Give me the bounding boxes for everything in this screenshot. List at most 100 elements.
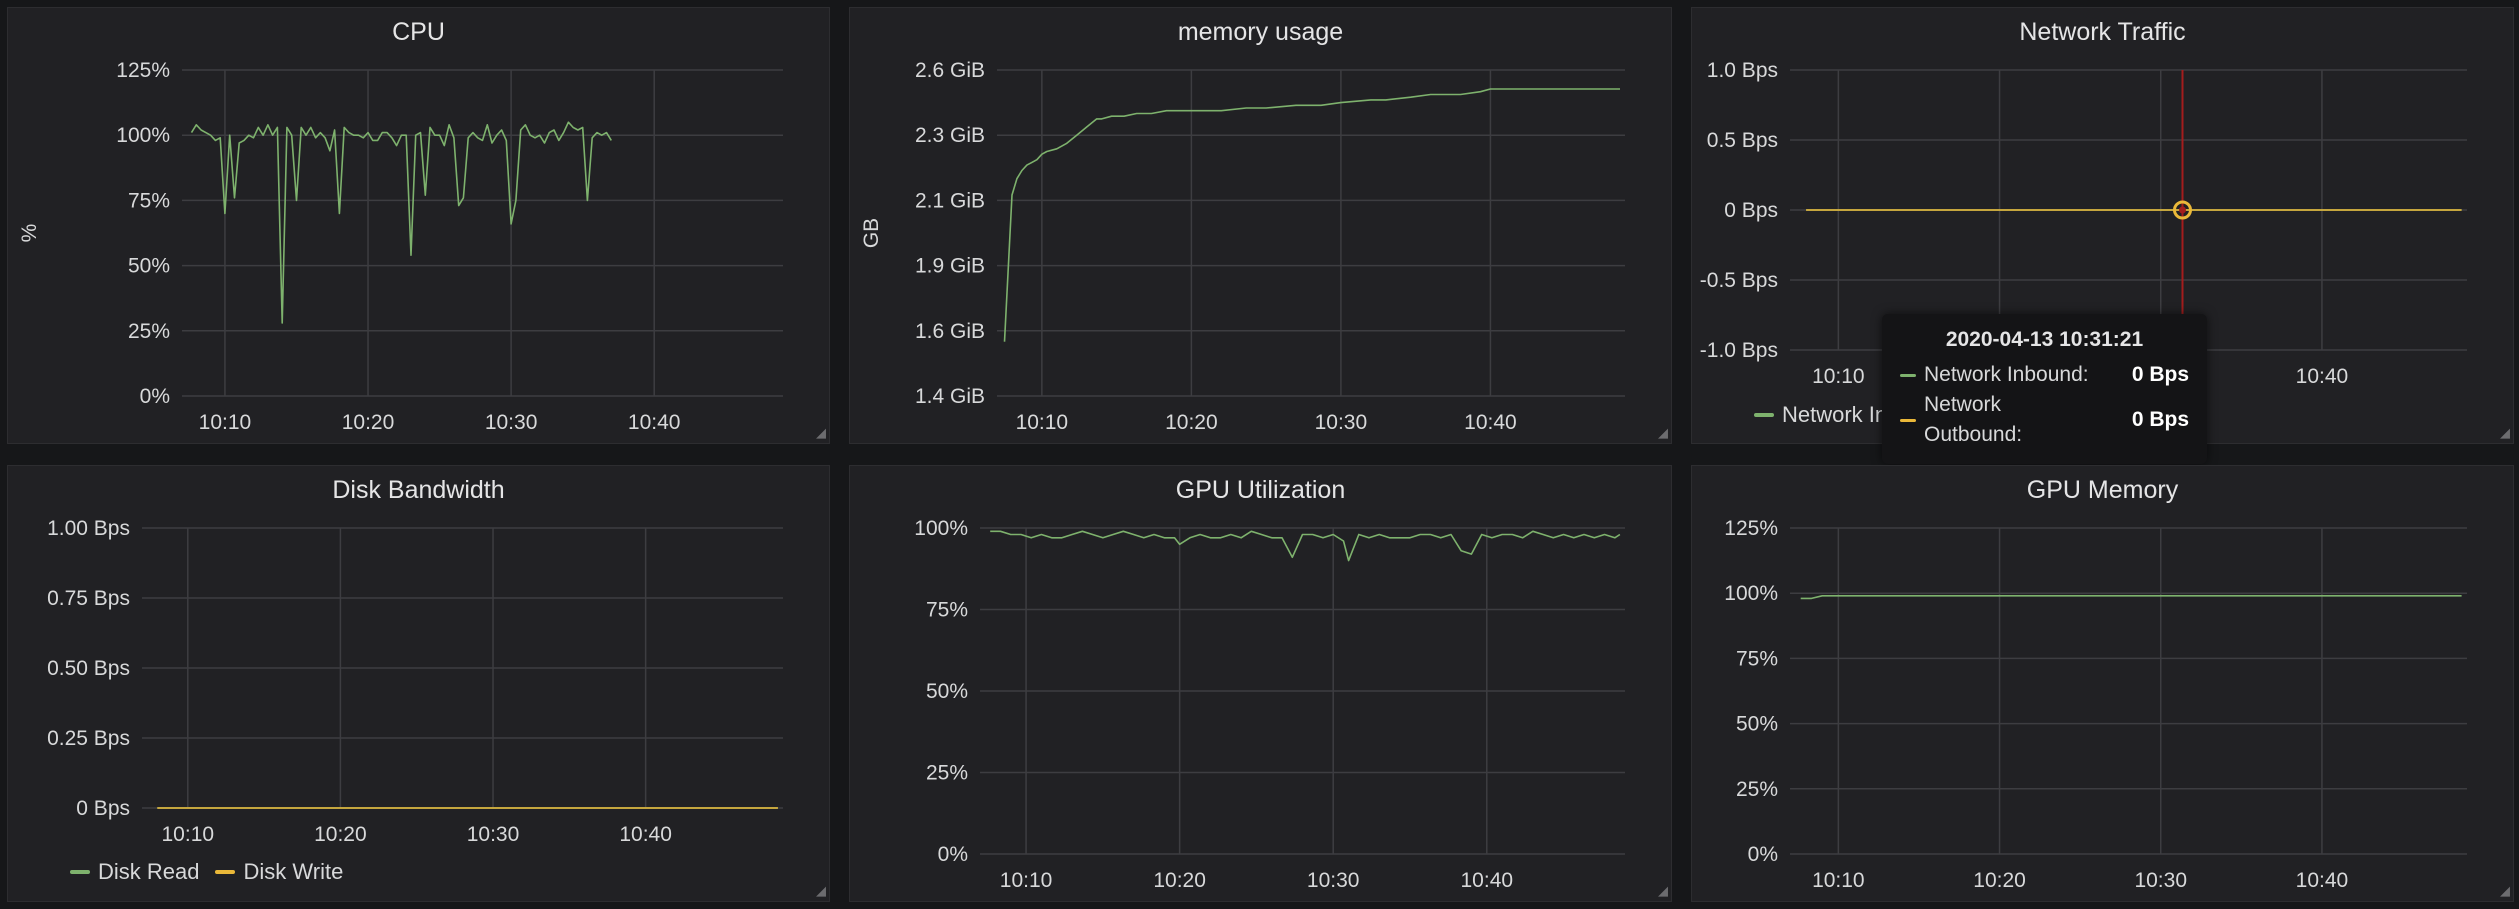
gpu-memory-chart: 0% 25% 50% 75% 100% 125% 10:10 10:20 10:30 10:40: [1724, 517, 2467, 892]
tooltip-time: 2020-04-13 10:31:21: [1945, 328, 2144, 351]
y-tick-label: 25%: [1736, 778, 1778, 801]
legend-swatch-icon: [1754, 413, 1774, 417]
x-tick-label: 10:10: [1812, 869, 1865, 892]
tooltip-series-name: Network Inbound:: [1924, 363, 2089, 386]
y-tick-label: 2.3 GiB: [915, 124, 985, 147]
y-tick-label: 75%: [926, 599, 968, 622]
x-tick-label: 10:30: [1315, 411, 1368, 434]
x-tick-label: 10:30: [1307, 869, 1360, 892]
hover-tooltip: 2020-04-13 10:31:21 Network Inbound: 0 B…: [1882, 314, 2207, 464]
legend-item-network-inbound[interactable]: Network In: [1754, 402, 1887, 428]
y-tick-label: 50%: [128, 255, 170, 278]
tooltip-row-inbound: Network Inbound: 0 Bps: [1900, 360, 2189, 390]
panel-gpu-utilization[interactable]: GPU Utilization 0% 25% 50% 75% 100% 10:10 10:2…: [849, 465, 1672, 902]
resize-handle-icon[interactable]: ◢: [812, 884, 826, 898]
legend-swatch-icon: [1900, 418, 1916, 422]
resize-handle-icon[interactable]: ◢: [812, 426, 826, 440]
y-tick-label: 0 Bps: [76, 797, 130, 820]
y-tick-label: 1.0 Bps: [1707, 59, 1778, 82]
series-line-0: [1003, 88, 1620, 342]
resize-handle-icon[interactable]: ◢: [1654, 884, 1668, 898]
x-tick-label: 10:20: [314, 823, 367, 846]
y-tick-label: -1.0 Bps: [1700, 339, 1778, 362]
x-tick-label: 10:10: [1812, 365, 1865, 388]
disk-chart: 0 Bps 0.25 Bps 0.50 Bps 0.75 Bps 1.00 Bps 10:…: [47, 517, 783, 846]
resize-handle-icon[interactable]: ◢: [2496, 884, 2510, 898]
cpu-chart: 0% 25% 50% 75% 100% 125% 10:10 10:20 10:30 10:40%: [18, 59, 783, 434]
tooltip-series-value: 0 Bps: [2131, 408, 2189, 431]
legend-swatch-icon: [215, 870, 236, 874]
y-tick-label: 0%: [1748, 843, 1778, 866]
x-tick-label: 10:10: [1000, 869, 1053, 892]
x-tick-label: 10:20: [342, 411, 395, 434]
x-tick-label: 10:10: [162, 823, 215, 846]
y-tick-label: 125%: [1724, 517, 1778, 540]
y-tick-label: 0 Bps: [1724, 199, 1778, 222]
y-tick-label: 1.4 GiB: [915, 385, 985, 408]
resize-handle-icon[interactable]: ◢: [2496, 426, 2510, 440]
tooltip-row-outbound: Network Outbound: 0 Bps: [1900, 390, 2189, 450]
memory-chart: 1.4 GiB 1.6 GiB 1.9 GiB 2.1 GiB 2.3 GiB 2.6 G…: [860, 59, 1625, 434]
x-tick-label: 10:30: [2134, 869, 2187, 892]
x-tick-label: 10:40: [2296, 869, 2349, 892]
y-tick-label: 0.75 Bps: [47, 587, 130, 610]
tooltip-series-name: Network Outbound:: [1924, 393, 2023, 446]
resize-handle-icon[interactable]: ◢: [1654, 426, 1668, 440]
y-tick-label: 0.50 Bps: [47, 657, 130, 680]
series-line-0: [1800, 595, 2462, 600]
y-axis-label: %: [18, 224, 41, 243]
x-tick-label: 10:20: [1165, 411, 1218, 434]
y-tick-label: 0.25 Bps: [47, 727, 130, 750]
y-tick-label: 0%: [140, 385, 170, 408]
x-tick-label: 10:40: [1461, 869, 1514, 892]
x-tick-label: 10:40: [628, 411, 681, 434]
gpu-utilization-chart: 0% 25% 50% 75% 100% 10:10 10:20 10:30 10:40: [914, 517, 1625, 892]
panel-memory[interactable]: memory usage 1.4 GiB 1.6 GiB 1.9 GiB 2.1 Gi…: [849, 7, 1672, 444]
x-tick-label: 10:30: [467, 823, 520, 846]
y-tick-label: -0.5 Bps: [1700, 269, 1778, 292]
legend-label: Disk Write: [243, 859, 344, 884]
y-tick-label: 25%: [128, 320, 170, 343]
x-tick-label: 10:40: [619, 823, 672, 846]
y-tick-label: 0.5 Bps: [1707, 129, 1778, 152]
legend-swatch-icon: [70, 870, 90, 874]
y-tick-label: 75%: [128, 189, 170, 212]
x-tick-label: 10:10: [199, 411, 252, 434]
legend-swatch-icon: [1900, 373, 1916, 377]
y-tick-label: 0%: [938, 843, 968, 866]
legend-label: Network In: [1782, 402, 1888, 427]
x-tick-label: 10:20: [1973, 869, 2026, 892]
panel-disk[interactable]: Disk Bandwidth 0 Bps 0.25 Bps 0.50 Bps 0.75…: [7, 465, 830, 902]
y-tick-label: 100%: [116, 124, 170, 147]
x-tick-label: 10:40: [1464, 411, 1517, 434]
y-tick-label: 125%: [116, 59, 170, 82]
y-tick-label: 75%: [1736, 647, 1778, 670]
x-tick-label: 10:20: [1153, 869, 1206, 892]
y-tick-label: 2.6 GiB: [915, 59, 985, 82]
tooltip-series-value: 0 Bps: [2131, 363, 2189, 386]
hover-point-dot: [2178, 206, 2186, 214]
panel-gpu-memory[interactable]: GPU Memory 0% 25% 50% 75% 100% 125% 10:10 10:20…: [1691, 465, 2514, 902]
x-tick-label: 10:10: [1016, 411, 1069, 434]
y-axis-label: GB: [860, 218, 883, 248]
y-tick-label: 1.00 Bps: [47, 517, 130, 540]
y-tick-label: 25%: [926, 762, 968, 785]
y-tick-label: 1.6 GiB: [915, 320, 985, 343]
legend-item-disk-write[interactable]: Disk Write: [215, 859, 343, 885]
legend-label: Disk Read: [98, 859, 200, 884]
legend-item-disk-read[interactable]: Disk Read: [70, 859, 199, 885]
series-line-0: [190, 121, 612, 324]
y-tick-label: 100%: [1724, 582, 1778, 605]
y-tick-label: 1.9 GiB: [915, 255, 985, 278]
y-tick-label: 100%: [914, 517, 968, 540]
x-tick-label: 10:30: [485, 411, 538, 434]
panel-network[interactable]: Network Traffic -1.0 Bps -0.5 Bps 0 Bps 0.5…: [1691, 7, 2514, 464]
panel-cpu[interactable]: CPU 0% 25% 50% 75% 100% 125% 10:10 10:20 10:30 10…: [7, 7, 830, 444]
series-line-0: [990, 530, 1621, 562]
y-tick-label: 50%: [1736, 713, 1778, 736]
network-legend: Network In: [1754, 402, 1903, 428]
x-tick-label: 10:40: [2296, 365, 2349, 388]
disk-legend: Disk Read Disk Write: [70, 859, 359, 885]
y-tick-label: 2.1 GiB: [915, 189, 985, 212]
y-tick-label: 50%: [926, 680, 968, 703]
